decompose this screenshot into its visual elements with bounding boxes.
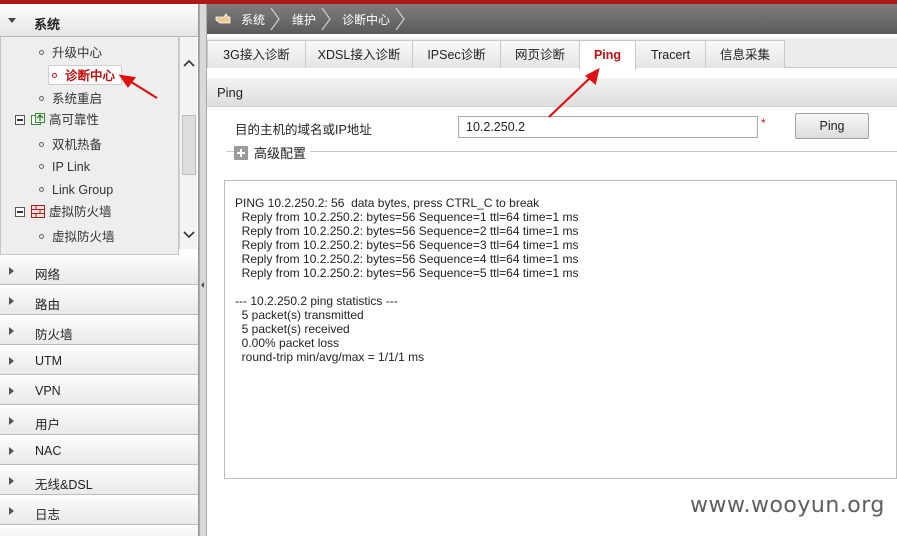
home-hand-icon[interactable] [215, 11, 231, 25]
tree-item-diagnostic-center[interactable]: 诊断中心 [48, 65, 123, 85]
tab-info-collection[interactable]: 信息采集 [705, 40, 785, 68]
collapse-left-icon[interactable] [201, 282, 204, 288]
sidebar-tree: 升级中心 诊断中心 系统重启 高可靠性 双机热备 IP Link Link Gr… [0, 37, 179, 255]
panel-title: Ping [217, 85, 244, 100]
ping-output-line [235, 280, 579, 294]
expand-triangle-icon [9, 297, 14, 305]
ping-output-line: 0.00% packet loss [235, 336, 340, 350]
watermark: www.wooyun.org [690, 493, 885, 518]
sidebar: 系统 升级中心 诊断中心 系统重启 高可靠性 双机热备 IP Link Link… [0, 4, 199, 536]
advanced-divider [226, 151, 897, 152]
bullet-icon [39, 96, 44, 102]
tree-item-dual-hot-standby[interactable]: 双机热备 [39, 135, 102, 155]
scrollbar-thumb[interactable] [182, 115, 196, 175]
tab-web-diagnosis[interactable]: 网页诊断 [500, 40, 580, 68]
expand-triangle-icon [9, 327, 14, 335]
ping-output-line: 5 packet(s) received [235, 322, 350, 336]
firewall-group-icon [31, 205, 45, 219]
ping-output-line: 5 packet(s) transmitted [235, 308, 364, 322]
required-asterisk: * [761, 116, 766, 130]
target-host-input[interactable] [458, 116, 758, 138]
ping-output-box[interactable]: PING 10.2.250.2: 56 data bytes, press CT… [224, 180, 897, 479]
tab-3g-diagnosis[interactable]: 3G接入诊断 [207, 40, 306, 68]
sidebar-menu-next-partial[interactable] [0, 526, 198, 536]
breadcrumb: 系统 维护 诊断中心 [207, 4, 897, 34]
bullet-icon [39, 50, 44, 56]
ping-output-line: Reply from 10.2.250.2: bytes=56 Sequence… [235, 238, 579, 252]
expand-triangle-icon [9, 387, 14, 395]
ping-output-line: Reply from 10.2.250.2: bytes=56 Sequence… [235, 224, 579, 238]
sidebar-menu-firewall[interactable]: 防火墙 [0, 316, 198, 345]
expand-triangle-icon [9, 447, 14, 455]
breadcrumb-item-maintenance[interactable]: 维护 [292, 11, 316, 28]
diagnostic-tabs: 3G接入诊断 XDSL接入诊断 IPSec诊断 网页诊断 Ping Tracer… [207, 38, 897, 70]
tree-item-upgrade-center[interactable]: 升级中心 [39, 43, 102, 63]
sidebar-menu-log[interactable]: 日志 [0, 496, 198, 525]
bullet-icon [39, 164, 44, 170]
ping-output-line: Reply from 10.2.250.2: bytes=56 Sequence… [235, 266, 579, 280]
panel-header: Ping [207, 78, 897, 107]
scroll-down-icon[interactable] [182, 227, 196, 243]
ping-output-line: Reply from 10.2.250.2: bytes=56 Sequence… [235, 210, 579, 224]
sidebar-section-system[interactable]: 系统 [0, 4, 198, 37]
sidebar-section-label: 系统 [34, 17, 61, 32]
pane-splitter[interactable] [199, 4, 207, 536]
expand-triangle-icon [9, 477, 14, 485]
advanced-config-label: 高级配置 [254, 146, 307, 161]
breadcrumb-separator-icon [395, 8, 405, 30]
target-host-label: 目的主机的域名或IP地址 [235, 123, 372, 137]
sidebar-menu-utm[interactable]: UTM [0, 346, 198, 375]
sidebar-tree-scrollbar[interactable] [179, 37, 197, 249]
ping-output-text: PING 10.2.250.2: 56 data bytes, press CT… [235, 196, 579, 364]
bullet-icon [39, 187, 44, 193]
ping-output-line: --- 10.2.250.2 ping statistics --- [235, 294, 398, 308]
collapse-triangle-icon [8, 18, 16, 23]
bullet-icon [39, 142, 44, 148]
sidebar-menu-user[interactable]: 用户 [0, 406, 198, 435]
expand-plus-icon[interactable] [234, 145, 248, 160]
collapse-minus-icon[interactable] [15, 206, 25, 217]
tree-item-system-restart[interactable]: 系统重启 [39, 89, 102, 109]
scroll-up-icon[interactable] [182, 55, 196, 71]
tree-item-link-group[interactable]: Link Group [39, 180, 113, 200]
sidebar-menu-wireless-dsl[interactable]: 无线&DSL [0, 466, 198, 495]
ping-button[interactable]: Ping [795, 113, 869, 139]
expand-triangle-icon [9, 357, 14, 365]
tab-tracert[interactable]: Tracert [635, 40, 706, 68]
ping-output-line: PING 10.2.250.2: 56 data bytes, press CT… [235, 196, 540, 210]
expand-triangle-icon [9, 507, 14, 515]
ping-output-line: round-trip min/avg/max = 1/1/1 ms [235, 350, 425, 364]
advanced-config-toggle[interactable]: 高级配置 [234, 143, 311, 161]
bullet-icon [52, 73, 57, 79]
tree-item-virtual-firewall[interactable]: 虚拟防火墙 [39, 227, 115, 247]
breadcrumb-separator-icon [270, 8, 280, 30]
breadcrumb-item-system[interactable]: 系统 [241, 11, 265, 28]
tree-group-virtual-firewall[interactable]: 虚拟防火墙 [15, 202, 112, 222]
sidebar-menu-routing[interactable]: 路由 [0, 286, 198, 315]
breadcrumb-item-diagnostic-center[interactable]: 诊断中心 [342, 11, 390, 28]
sidebar-menu-vpn[interactable]: VPN [0, 376, 198, 405]
sidebar-menu-network[interactable]: 网络 [0, 256, 198, 285]
breadcrumb-separator-icon [321, 8, 331, 30]
sidebar-menu-nac[interactable]: NAC [0, 436, 198, 465]
tab-ping[interactable]: Ping [579, 40, 636, 70]
bullet-icon [39, 234, 44, 240]
tab-ipsec-diagnosis[interactable]: IPSec诊断 [412, 40, 501, 68]
tab-xdsl-diagnosis[interactable]: XDSL接入诊断 [305, 40, 413, 68]
tree-group-high-availability[interactable]: 高可靠性 [15, 110, 99, 130]
collapse-minus-icon[interactable] [15, 114, 25, 125]
expand-triangle-icon [9, 417, 14, 425]
ha-group-icon [31, 113, 45, 126]
ping-output-line: Reply from 10.2.250.2: bytes=56 Sequence… [235, 252, 579, 266]
tree-item-ip-link[interactable]: IP Link [39, 157, 90, 177]
expand-triangle-icon [9, 267, 14, 275]
